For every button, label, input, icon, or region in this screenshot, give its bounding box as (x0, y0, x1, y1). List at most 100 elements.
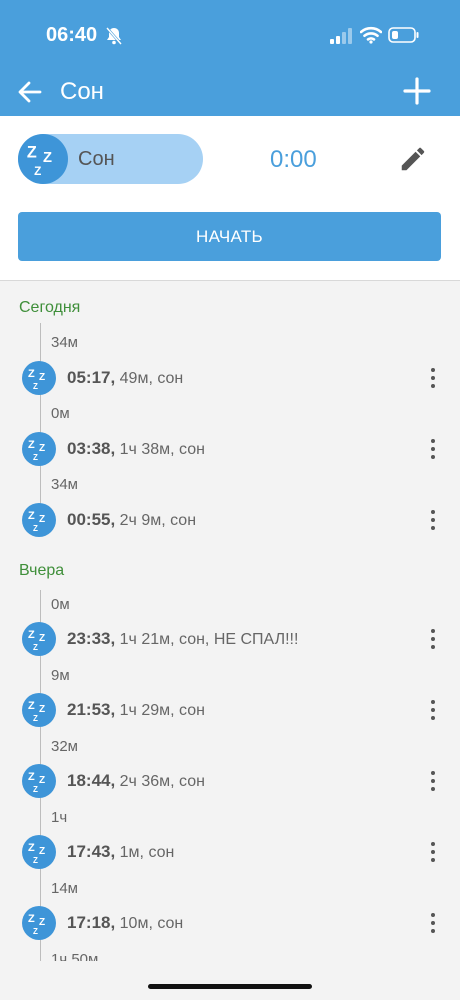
svg-text:Z: Z (28, 913, 35, 925)
svg-text:Z: Z (28, 439, 35, 451)
entry-text: 18:44, 2ч 36м, сон (67, 771, 205, 791)
list-item[interactable]: Z Z Z 03:38, 1ч 38м, сон (0, 429, 460, 469)
more-vertical-icon[interactable] (425, 767, 441, 795)
zzz-icon: Z Z Z (22, 503, 56, 537)
gap-label: 0м (51, 405, 70, 422)
svg-text:Z: Z (28, 629, 35, 641)
svg-text:Z: Z (39, 846, 45, 857)
svg-text:Z: Z (39, 633, 45, 644)
svg-text:Z: Z (43, 150, 52, 166)
more-vertical-icon[interactable] (425, 364, 441, 392)
svg-text:Z: Z (28, 700, 35, 712)
gap-label: 32м (51, 738, 78, 755)
timer-display: 0:00 (270, 146, 317, 173)
svg-text:Z: Z (34, 165, 41, 178)
svg-text:Z: Z (33, 927, 38, 936)
list-item[interactable]: Z Z Z 18:44, 2ч 36м, сон (0, 761, 460, 801)
svg-text:Z: Z (33, 785, 38, 794)
zzz-icon: Z Z Z (22, 622, 56, 656)
entry-time: 23:33, (67, 629, 116, 648)
entry-text: 00:55, 2ч 9м, сон (67, 510, 196, 530)
svg-text:Z: Z (33, 453, 38, 462)
entry-time: 05:17, (67, 368, 116, 387)
pencil-icon[interactable] (398, 144, 428, 174)
entry-details: 2ч 9м, сон (115, 512, 197, 529)
entry-text: 17:43, 1м, сон (67, 842, 174, 862)
list-item[interactable]: Z Z Z 21:53, 1ч 29м, сон (0, 690, 460, 730)
entry-details: 2ч 36м, сон (115, 773, 205, 790)
zzz-icon: Z Z Z (22, 835, 56, 869)
entry-details: 1ч 21м, сон, НЕ СПАЛ!!! (115, 631, 299, 648)
activity-panel: Z Z Z Сон 0:00 НАЧАТЬ (0, 116, 460, 281)
zzz-icon: Z Z Z (22, 764, 56, 798)
svg-text:Z: Z (39, 917, 45, 928)
svg-text:Z: Z (33, 643, 38, 652)
svg-text:Z: Z (33, 714, 38, 723)
zzz-icon: Z Z Z (22, 432, 56, 466)
home-indicator (148, 984, 312, 989)
gap-label: 0м (51, 596, 70, 613)
more-vertical-icon[interactable] (425, 506, 441, 534)
svg-text:Z: Z (27, 144, 37, 162)
list-item[interactable]: Z Z Z 23:33, 1ч 21м, сон, НЕ СПАЛ!!! (0, 619, 460, 659)
more-vertical-icon[interactable] (425, 838, 441, 866)
entry-time: 00:55, (67, 510, 116, 529)
gap-label: 34м (51, 476, 78, 493)
section-label-yesterday: Вчера (19, 562, 65, 579)
timeline-line (40, 323, 41, 521)
svg-text:Z: Z (28, 368, 35, 380)
list-item[interactable]: Z Z Z 17:18, 10м, сон (0, 903, 460, 943)
entry-details: 49м, сон (115, 370, 184, 387)
cellular-signal-icon (330, 28, 352, 44)
gap-label: 14м (51, 880, 78, 897)
arrow-left-icon[interactable] (16, 78, 44, 106)
entry-text: 05:17, 49м, сон (67, 368, 183, 388)
entry-text: 03:38, 1ч 38м, сон (67, 439, 205, 459)
more-vertical-icon[interactable] (425, 909, 441, 937)
svg-text:Z: Z (33, 856, 38, 865)
activity-label: Сон (78, 148, 115, 170)
entry-details: 1ч 29м, сон (115, 702, 205, 719)
status-bar: 06:40 (0, 0, 460, 70)
entry-text: 21:53, 1ч 29м, сон (67, 700, 205, 720)
svg-text:Z: Z (33, 382, 38, 391)
page-title: Сон (60, 78, 104, 105)
gap-label: 1ч (51, 809, 68, 826)
entry-details: 1ч 38м, сон (115, 441, 205, 458)
bell-muted-icon (106, 27, 122, 45)
list-item[interactable]: Z Z Z 00:55, 2ч 9м, сон (0, 500, 460, 540)
entry-time: 03:38, (67, 439, 116, 458)
entry-details: 10м, сон (115, 915, 184, 932)
svg-text:Z: Z (39, 514, 45, 525)
gap-label: 34м (51, 334, 78, 351)
entry-text: 17:18, 10м, сон (67, 913, 183, 933)
zzz-icon: Z Z Z (22, 361, 56, 395)
list-item[interactable]: Z Z Z 17:43, 1м, сон (0, 832, 460, 872)
more-vertical-icon[interactable] (425, 696, 441, 724)
plus-icon[interactable] (402, 76, 432, 106)
zzz-icon: Z Z Z (22, 906, 56, 940)
more-vertical-icon[interactable] (425, 435, 441, 463)
zzz-icon: Z Z Z (18, 134, 68, 184)
status-time: 06:40 (46, 24, 98, 46)
svg-text:Z: Z (28, 771, 35, 783)
svg-text:Z: Z (39, 775, 45, 786)
entry-time: 21:53, (67, 700, 116, 719)
entry-time: 18:44, (67, 771, 116, 790)
list-item[interactable]: Z Z Z 05:17, 49м, сон (0, 358, 460, 398)
history-list[interactable]: Сегодня 34м Z Z Z 05:17, 49м, сон 0м Z Z… (0, 281, 460, 961)
entry-time: 17:43, (67, 842, 116, 861)
svg-text:Z: Z (39, 372, 45, 383)
battery-icon (388, 27, 419, 43)
wifi-icon (360, 26, 382, 44)
svg-text:Z: Z (39, 443, 45, 454)
activity-chip[interactable]: Z Z Z Сон (18, 134, 203, 184)
zzz-icon: Z Z Z (22, 693, 56, 727)
more-vertical-icon[interactable] (425, 625, 441, 653)
app-bar: Сон (0, 70, 460, 116)
svg-text:Z: Z (28, 842, 35, 854)
entry-time: 17:18, (67, 913, 116, 932)
start-button[interactable]: НАЧАТЬ (18, 212, 441, 261)
section-label-today: Сегодня (19, 299, 81, 316)
svg-text:Z: Z (33, 524, 38, 533)
